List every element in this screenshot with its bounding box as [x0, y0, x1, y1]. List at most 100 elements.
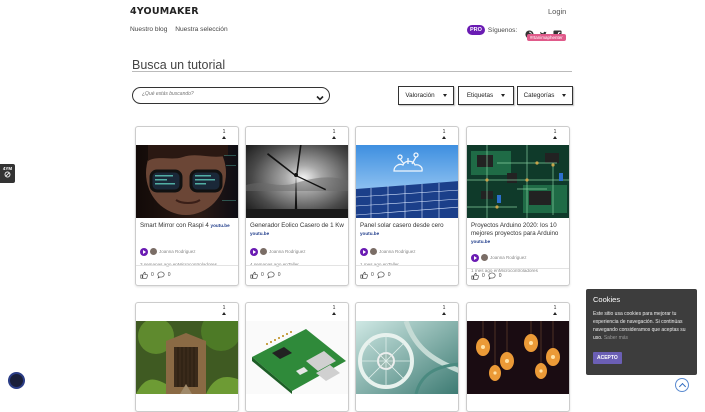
- like-icon[interactable]: [140, 271, 148, 279]
- rating-filter-label: Valoración: [405, 92, 435, 99]
- upvote-icon[interactable]: [553, 136, 557, 139]
- upvote-icon[interactable]: [332, 136, 336, 139]
- comment-icon[interactable]: [157, 271, 165, 279]
- tutorial-card[interactable]: 1: [466, 302, 570, 412]
- vote-counter[interactable]: 1: [332, 130, 336, 139]
- side-tab[interactable]: 4YM: [0, 164, 15, 183]
- play-icon[interactable]: [250, 247, 258, 256]
- like-count: 0: [261, 272, 264, 278]
- tutorial-card[interactable]: 1 Smart Mirror con Raspi 4 youtu.be Joan…: [135, 126, 239, 286]
- search-box[interactable]: [132, 87, 330, 104]
- upvote-icon[interactable]: [332, 312, 336, 315]
- card-thumbnail[interactable]: [356, 145, 458, 218]
- card-stats: 0 0: [360, 271, 391, 279]
- card-author[interactable]: Joanna Rodriguez: [379, 249, 416, 254]
- card-title-block[interactable]: Generador Eolico Casero de 1 Kw youtu.be: [250, 222, 346, 238]
- tutorial-card[interactable]: 1: [245, 302, 349, 412]
- card-title[interactable]: Panel solar casero desde cero: [360, 222, 444, 229]
- tutorial-card[interactable]: 1: [135, 302, 239, 412]
- card-author[interactable]: Joanna Rodriguez: [269, 249, 306, 254]
- card-source[interactable]: youtu.be: [250, 231, 269, 236]
- pro-badge[interactable]: PRO: [467, 25, 485, 35]
- play-icon[interactable]: [140, 247, 148, 256]
- comment-icon[interactable]: [488, 272, 496, 280]
- avatar[interactable]: [150, 248, 157, 256]
- card-thumbnail[interactable]: [246, 145, 348, 218]
- card-thumbnail[interactable]: [356, 321, 458, 394]
- card-title[interactable]: Generador Eolico Casero de 1 Kw: [250, 222, 344, 229]
- title-divider: [132, 71, 572, 72]
- vote-counter[interactable]: 1: [553, 130, 557, 139]
- card-meta: Joanna Rodriguez 4 semanas ago enTaller: [250, 243, 346, 267]
- vote-counter[interactable]: 1: [553, 306, 557, 315]
- upvote-icon[interactable]: [442, 136, 446, 139]
- card-meta: Joanna Rodriguez 1 mes ago enMicrocontro…: [471, 249, 567, 273]
- login-link[interactable]: Login: [548, 7, 566, 16]
- search-input[interactable]: [142, 91, 312, 97]
- comment-icon[interactable]: [377, 271, 385, 279]
- upvote-icon[interactable]: [222, 136, 226, 139]
- comment-count: 0: [277, 272, 281, 278]
- card-thumbnail[interactable]: [467, 321, 569, 394]
- vote-count: 1: [332, 129, 336, 135]
- card-source[interactable]: youtu.be: [471, 239, 490, 244]
- tutorial-card[interactable]: 1: [355, 302, 459, 412]
- card-source[interactable]: youtu.be: [211, 223, 230, 228]
- card-meta: Joanna Rodriguez 1 mes ago enTaller: [360, 243, 456, 267]
- upvote-icon[interactable]: [553, 312, 557, 315]
- card-title-block[interactable]: Smart Mirror con Raspi 4 youtu.be: [140, 222, 236, 230]
- hashtag-badge[interactable]: #rtanimaphenter: [527, 34, 566, 41]
- top-navbar: 4YOUMAKER Login Nuestro blog Nuestra sel…: [0, 0, 705, 42]
- card-title[interactable]: Smart Mirror con Raspi 4: [140, 222, 209, 229]
- upvote-icon[interactable]: [222, 312, 226, 315]
- card-stats: 0 0: [250, 271, 281, 279]
- nav-selection-link[interactable]: Nuestra selección: [175, 26, 227, 33]
- card-title-block[interactable]: Proyectos Arduino 2020: los 10 mejores p…: [471, 222, 567, 246]
- card-stats: 0 0: [471, 272, 502, 280]
- like-icon[interactable]: [250, 271, 258, 279]
- vote-counter[interactable]: 1: [222, 306, 226, 315]
- upvote-icon[interactable]: [442, 312, 446, 315]
- vote-counter[interactable]: 1: [442, 130, 446, 139]
- card-thumbnail[interactable]: [246, 321, 348, 394]
- vote-count: 1: [553, 129, 557, 135]
- nav-blog-link[interactable]: Nuestro blog: [130, 26, 167, 33]
- card-title[interactable]: Proyectos Arduino 2020: los 10 mejores p…: [471, 222, 558, 237]
- avatar[interactable]: [481, 254, 488, 262]
- cookie-more-link[interactable]: Saber más: [604, 335, 628, 341]
- vote-count: 1: [332, 305, 336, 311]
- card-author[interactable]: Joanna Rodriguez: [159, 249, 196, 254]
- like-icon[interactable]: [360, 271, 368, 279]
- comment-icon[interactable]: [267, 271, 275, 279]
- card-title-block[interactable]: Panel solar casero desde cero youtu.be: [360, 222, 456, 238]
- chevron-down-icon[interactable]: [315, 90, 325, 108]
- comment-count: 0: [498, 273, 502, 279]
- card-author[interactable]: Joanna Rodriguez: [490, 255, 527, 260]
- card-source[interactable]: youtu.be: [360, 231, 379, 236]
- like-icon[interactable]: [471, 272, 479, 280]
- vote-counter[interactable]: 1: [222, 130, 226, 139]
- card-divider: [356, 265, 458, 266]
- rating-filter-button[interactable]: Valoración: [398, 86, 454, 105]
- tutorial-card[interactable]: 1 Proyectos Arduino 2020: los 10 mejores…: [466, 126, 570, 286]
- categories-filter-button[interactable]: Categorías: [517, 86, 573, 105]
- categories-filter-label: Categorías: [523, 92, 555, 99]
- tutorial-card[interactable]: 1 Panel solar casero desde cero youtu.be…: [355, 126, 459, 286]
- page-title: Busca un tutorial: [132, 58, 226, 72]
- card-thumbnail[interactable]: [136, 145, 238, 218]
- vote-counter[interactable]: 1: [442, 306, 446, 315]
- avatar[interactable]: [370, 248, 377, 256]
- accessibility-icon[interactable]: [8, 372, 25, 389]
- scroll-to-top-button[interactable]: [675, 378, 689, 392]
- vote-counter[interactable]: 1: [332, 306, 336, 315]
- play-icon[interactable]: [471, 253, 479, 262]
- avatar[interactable]: [260, 248, 267, 256]
- tags-filter-button[interactable]: Etiquetas: [458, 86, 514, 105]
- site-logo[interactable]: 4YOUMAKER: [130, 6, 199, 17]
- tutorial-card[interactable]: 1 Generador Eolico Casero de 1 Kw youtu.…: [245, 126, 349, 286]
- cookie-accept-button[interactable]: ACEPTO: [593, 352, 622, 364]
- vote-count: 1: [222, 129, 226, 135]
- card-thumbnail[interactable]: [467, 145, 569, 218]
- play-icon[interactable]: [360, 247, 368, 256]
- card-thumbnail[interactable]: [136, 321, 238, 394]
